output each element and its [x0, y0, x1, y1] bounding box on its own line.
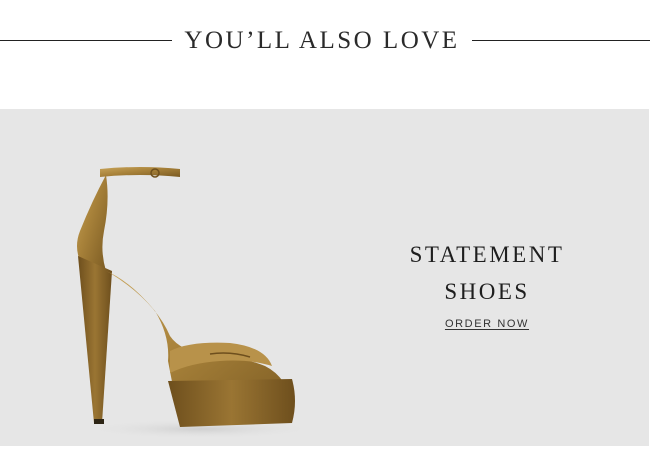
promo-headline-line2: SHOES [444, 279, 530, 304]
ankle-strap [100, 167, 180, 177]
divider-right [472, 40, 650, 41]
order-now-link[interactable]: ORDER NOW [445, 318, 529, 330]
heel [78, 256, 112, 423]
shoe-image[interactable] [60, 161, 300, 446]
section-header: YOU’LL ALSO LOVE [0, 0, 650, 84]
promo-banner[interactable]: STATEMENT SHOES ORDER NOW [0, 109, 649, 446]
divider-left [0, 40, 172, 41]
promo-text: STATEMENT SHOES ORDER NOW [380, 236, 594, 332]
platform [168, 379, 295, 427]
heel-tip [94, 419, 104, 424]
heel-counter [77, 169, 108, 271]
promo-headline-line1: STATEMENT [409, 242, 565, 267]
section-title: YOU’LL ALSO LOVE [184, 27, 460, 54]
